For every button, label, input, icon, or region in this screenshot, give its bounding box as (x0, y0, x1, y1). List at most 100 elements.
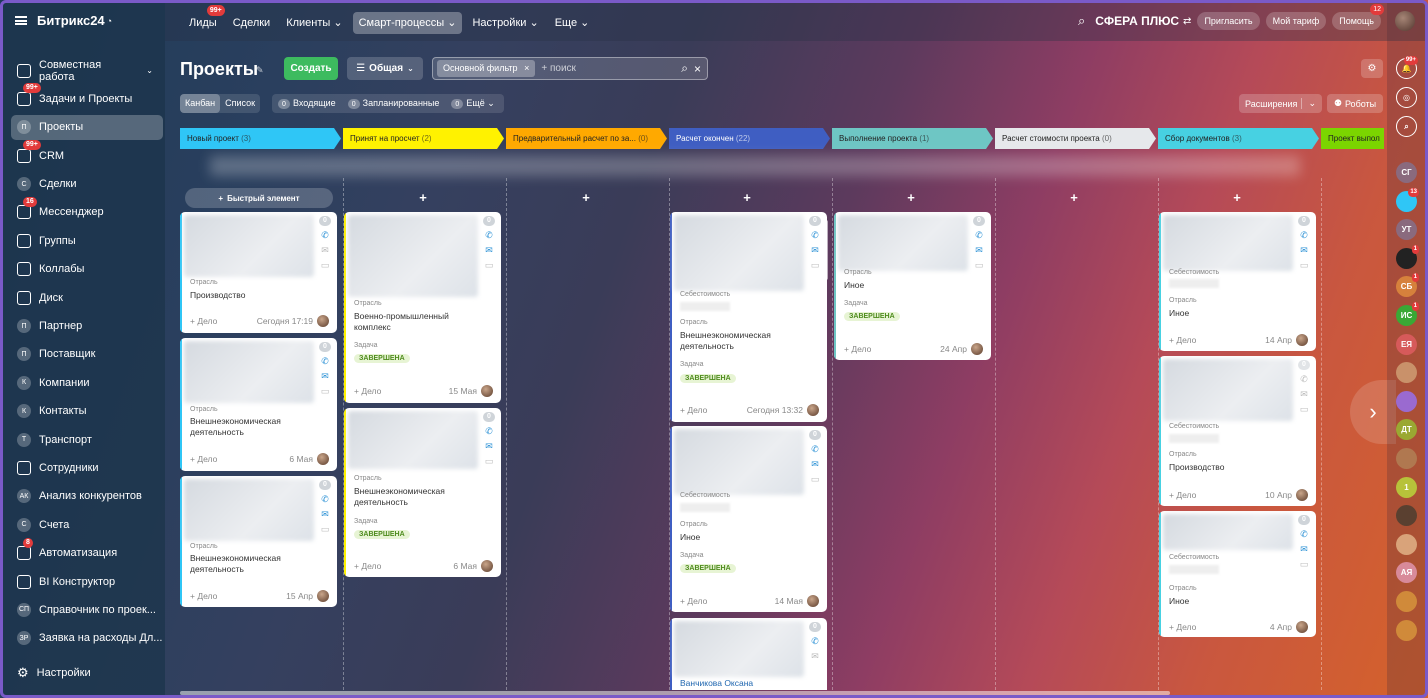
kanban-card[interactable]: 0 ✆ ✉ ▭ Себестоимость Отрасль Внешнеэкономи… (670, 212, 827, 422)
chat-icon[interactable]: ▭ (485, 456, 494, 467)
kanban-card[interactable]: 0 ✆ ✉ ▭ Отрасль Внешнеэкономическая деятель… (180, 476, 337, 607)
sidebar-item[interactable]: ЗР Заявка на расходы Дл... (11, 626, 163, 651)
mail-icon[interactable]: ✉ (321, 509, 329, 520)
sidebar-item[interactable]: П Проекты (11, 114, 163, 140)
chat-avatar[interactable]: ЕЯ (1396, 333, 1417, 355)
chat-icon[interactable]: ▭ (321, 260, 330, 271)
sidebar-item[interactable]: Сотрудники (11, 455, 163, 480)
extensions-button[interactable]: Расширения ⌄ (1239, 94, 1322, 113)
clear-icon[interactable]: × (694, 62, 701, 76)
chat-avatar[interactable]: 1 (1396, 476, 1417, 498)
mail-icon[interactable]: ✉ (321, 245, 329, 256)
top-nav-item[interactable]: Лиды 99+ (183, 5, 225, 34)
sidebar-item[interactable]: Диск (11, 285, 163, 310)
chevron-down-icon[interactable]: ⌄ (1301, 98, 1316, 109)
kanban-card[interactable]: 0 ✆ ✉ ▭ Себестоимость Отрасль Иное + Дело 14… (1159, 212, 1316, 351)
sidebar-settings[interactable]: ⚙ Настройки (17, 665, 91, 681)
top-nav-item[interactable]: Сделки (227, 12, 277, 34)
chat-avatar[interactable]: ДТ (1396, 419, 1417, 441)
chat-icon[interactable]: ▭ (1300, 559, 1309, 570)
copilot-icon[interactable]: ◎ (1396, 87, 1417, 108)
search-icon[interactable]: ⌕ (681, 61, 688, 76)
add-activity-link[interactable]: + Дело (190, 454, 217, 464)
sidebar-item[interactable]: П Партнер (11, 314, 163, 339)
phone-icon[interactable]: ✆ (321, 494, 329, 505)
chat-avatar[interactable] (1396, 448, 1417, 469)
phone-icon[interactable]: ✆ (811, 636, 819, 647)
help-button[interactable]: Помощь 12 (1332, 4, 1384, 30)
mail-icon[interactable]: ✉ (485, 245, 493, 256)
sidebar-item[interactable]: К Контакты (11, 399, 163, 424)
avatar[interactable] (481, 385, 493, 397)
sidebar-item[interactable]: С Сделки (11, 172, 163, 197)
create-button[interactable]: Создать (284, 57, 338, 80)
avatar[interactable] (317, 315, 329, 327)
kanban-card[interactable]: 0 ✆ ✉ ▭ Себестоимость Отрасль Иное + Дело 4 … (1159, 511, 1316, 637)
close-icon[interactable]: × (524, 63, 529, 73)
add-card-button[interactable]: + (576, 190, 596, 205)
stage-header[interactable]: Расчет окончен (22) (669, 128, 830, 149)
quick-add-button[interactable]: + Быстрый элемент (185, 188, 333, 208)
add-activity-link[interactable]: + Дело (1169, 622, 1196, 632)
avatar[interactable] (971, 343, 983, 355)
chat-avatar[interactable] (1396, 533, 1417, 555)
general-dropdown[interactable]: ☰ Общая ⌄ (347, 57, 423, 80)
sidebar-item[interactable]: П Поставщик (11, 342, 163, 367)
chat-icon[interactable]: ▭ (1300, 404, 1309, 415)
phone-icon[interactable]: ✆ (1300, 374, 1308, 385)
chat-avatar[interactable]: УТ (1396, 219, 1417, 241)
avatar[interactable] (807, 404, 819, 416)
incoming-counter[interactable]: 0 Входящие (278, 98, 336, 110)
chat-icon[interactable]: ▭ (811, 260, 820, 271)
stage-header[interactable]: Расчет стоимости проекта (0) (995, 128, 1156, 149)
add-activity-link[interactable]: + Дело (190, 316, 217, 326)
board-scrollbar[interactable] (180, 691, 1170, 695)
phone-icon[interactable]: ✆ (811, 444, 819, 455)
mail-icon[interactable]: ✉ (811, 651, 819, 662)
kanban-card[interactable]: 0 ✆ ✉ ▭ Отрасль Иное Задача ЗАВЕРШЕНА + Дел… (834, 212, 991, 360)
sidebar-item[interactable]: К Компании (11, 370, 163, 395)
chat-avatar[interactable] (1396, 390, 1417, 412)
phone-icon[interactable]: ✆ (485, 230, 493, 241)
kanban-card[interactable]: 0 ✆ ✉ ▭ Отрасль Внешнеэкономическая деятель… (344, 408, 501, 577)
sidebar-item[interactable]: Коллабы (11, 257, 163, 282)
chat-icon[interactable]: ▭ (321, 524, 330, 535)
add-activity-link[interactable]: + Дело (680, 405, 707, 415)
chat-avatar[interactable] (1396, 619, 1417, 641)
add-activity-link[interactable]: + Дело (1169, 490, 1196, 500)
phone-icon[interactable]: ✆ (321, 356, 329, 367)
mail-icon[interactable]: ✉ (1300, 544, 1308, 555)
avatar[interactable] (1296, 489, 1308, 501)
kanban-card[interactable]: 0 ✆ ✉ ▭ Себестоимость Отрасль Производство … (1159, 356, 1316, 506)
chat-avatar[interactable]: 13 (1396, 187, 1419, 212)
invite-button[interactable]: Пригласить (1197, 12, 1260, 30)
chat-avatar[interactable] (1396, 591, 1417, 612)
mail-icon[interactable]: ✉ (321, 371, 329, 382)
sidebar-item[interactable]: АК Анализ конкурентов (11, 484, 163, 509)
sidebar-item[interactable]: 99+ Задачи и Проекты (11, 83, 163, 111)
add-activity-link[interactable]: + Дело (1169, 335, 1196, 345)
avatar[interactable] (1296, 621, 1308, 633)
add-activity-link[interactable]: + Дело (190, 591, 217, 601)
avatar[interactable] (807, 595, 819, 607)
add-card-button[interactable]: + (737, 190, 757, 205)
mail-icon[interactable]: ✉ (975, 245, 983, 256)
sidebar-item[interactable]: 8 Автоматизация (11, 537, 163, 566)
kanban-card[interactable]: 0 ✆ ✉ ▭ Отрасль Внешнеэкономическая деятель… (180, 338, 337, 471)
add-card-button[interactable]: + (1227, 190, 1247, 205)
switch-icon[interactable]: ⇄ (1183, 16, 1191, 27)
kanban-card[interactable]: 0 ✆ ✉ ▭ Себестоимость Отрасль Иное Задача З… (670, 426, 827, 612)
top-nav-item[interactable]: Клиенты ⌄ (280, 12, 348, 34)
kanban-card[interactable]: 0 ✆ ✉ ▭ Отрасль Военно-промышленный комплек… (344, 212, 501, 403)
add-card-button[interactable]: + (1064, 190, 1084, 205)
sidebar-item[interactable]: 16 Мессенджер (11, 196, 163, 225)
chat-avatar[interactable]: АЯ (1396, 562, 1417, 584)
phone-icon[interactable]: ✆ (485, 426, 493, 437)
top-nav-item[interactable]: Настройки ⌄ (466, 12, 544, 34)
avatar[interactable] (481, 560, 493, 572)
chat-avatar[interactable]: СБ 1 (1396, 273, 1419, 298)
add-activity-link[interactable]: + Дело (354, 386, 381, 396)
chat-avatar[interactable]: ИС 1 (1396, 302, 1419, 326)
mail-icon[interactable]: ✉ (485, 441, 493, 452)
sidebar-item[interactable]: BI Конструктор (11, 569, 163, 594)
